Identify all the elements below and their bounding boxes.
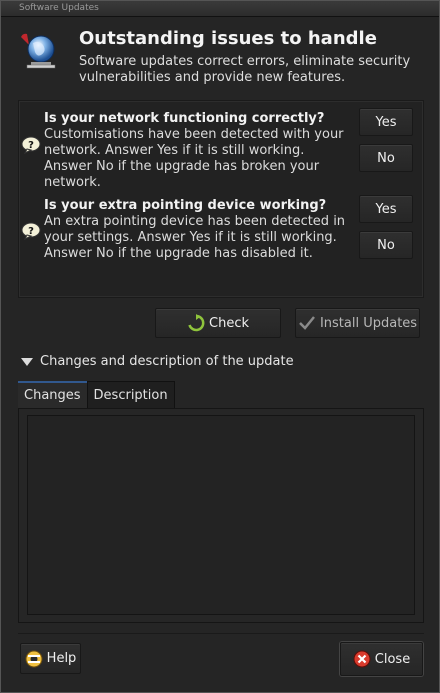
close-icon: [353, 650, 371, 668]
install-updates-button[interactable]: Install Updates: [295, 308, 420, 338]
network-no-button[interactable]: No: [359, 144, 413, 172]
issue-network-title: Is your network functioning correctly?: [44, 111, 325, 126]
issue-network-text: Customisations have been detected with y…: [44, 127, 344, 190]
changes-expander[interactable]: Changes and description of the update: [21, 354, 294, 369]
globe-update-icon: [21, 33, 56, 69]
question-bubble-icon: ?: [21, 136, 41, 154]
header-description: Software updates correct errors, elimina…: [79, 54, 411, 85]
issue-pointer-text: An extra pointing device has been detect…: [44, 214, 346, 261]
tab-bar: Changes Description: [18, 381, 175, 408]
lifebuoy-icon: [25, 650, 43, 667]
svg-text:?: ?: [28, 140, 34, 151]
question-bubble-icon: ?: [21, 222, 41, 240]
footer-divider: [18, 633, 424, 634]
title-bar[interactable]: Software Updates: [1, 1, 439, 17]
checkmark-icon: [299, 316, 315, 330]
changes-text-area[interactable]: [27, 415, 415, 615]
check-button[interactable]: Check: [155, 308, 281, 338]
changes-panel: [18, 408, 424, 623]
close-label: Close: [374, 651, 411, 667]
close-button[interactable]: Close: [340, 642, 423, 676]
tab-changes[interactable]: Changes: [18, 381, 87, 408]
help-label: Help: [46, 651, 77, 666]
svg-text:?: ?: [28, 226, 34, 237]
expander-label: Changes and description of the update: [40, 354, 294, 369]
pointer-yes-button[interactable]: Yes: [359, 195, 413, 223]
pointer-no-button[interactable]: No: [359, 231, 413, 259]
help-button[interactable]: Help: [20, 643, 81, 674]
window-title: Software Updates: [19, 3, 99, 13]
software-updates-window: Software Updates Outstanding issues to h…: [0, 0, 440, 693]
refresh-icon: [188, 314, 205, 332]
network-yes-button[interactable]: Yes: [359, 108, 413, 136]
expander-arrow-icon: [21, 358, 33, 366]
check-label: Check: [209, 315, 249, 331]
install-updates-label: Install Updates: [319, 315, 418, 331]
tab-description[interactable]: Description: [86, 381, 175, 408]
page-title: Outstanding issues to handle: [79, 28, 377, 49]
issue-pointer-title: Is your extra pointing device working?: [44, 198, 327, 213]
